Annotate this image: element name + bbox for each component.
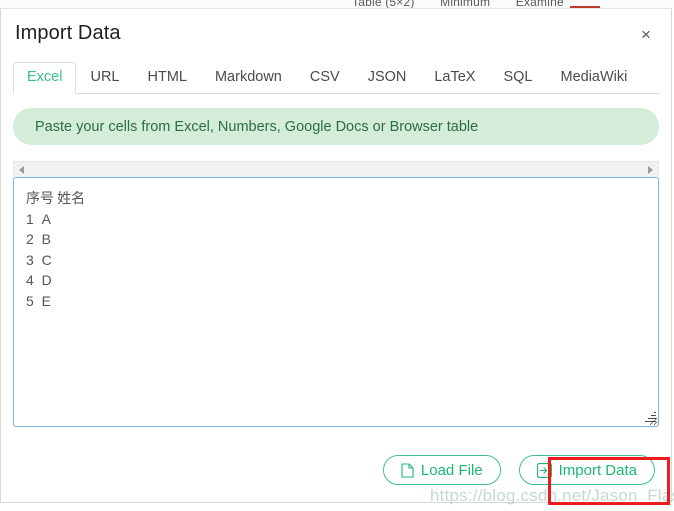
load-file-label: Load File bbox=[420, 461, 483, 479]
tab-url[interactable]: URL bbox=[76, 62, 133, 94]
tab-excel[interactable]: Excel bbox=[13, 62, 77, 94]
page-title: Import Data bbox=[15, 22, 121, 44]
scroll-left-arrow-icon[interactable] bbox=[19, 165, 24, 174]
file-icon bbox=[401, 462, 414, 478]
dialog-footer: Load File Import Data bbox=[1, 450, 671, 490]
tab-json[interactable]: JSON bbox=[354, 62, 421, 94]
scroll-right-arrow-icon[interactable] bbox=[648, 165, 653, 174]
horizontal-scrollbar[interactable] bbox=[13, 161, 659, 177]
load-file-button[interactable]: Load File bbox=[382, 455, 501, 485]
paste-area-wrapper bbox=[13, 177, 659, 427]
paste-hint-banner: Paste your cells from Excel, Numbers, Go… bbox=[13, 108, 659, 145]
dialog-header: Import Data × bbox=[1, 9, 671, 61]
tab-sql[interactable]: SQL bbox=[489, 62, 546, 94]
tab-html[interactable]: HTML bbox=[133, 62, 200, 94]
tab-csv[interactable]: CSV bbox=[296, 62, 354, 94]
paste-input[interactable] bbox=[13, 177, 659, 427]
import-data-label: Import Data bbox=[558, 461, 637, 479]
import-icon bbox=[536, 462, 552, 478]
tab-mediawiki[interactable]: MediaWiki bbox=[547, 62, 642, 94]
tab-markdown[interactable]: Markdown bbox=[201, 62, 296, 94]
tab-latex[interactable]: LaTeX bbox=[420, 62, 489, 94]
close-icon[interactable]: × bbox=[633, 21, 659, 47]
import-data-dialog: Import Data × Excel URL HTML Markdown CS… bbox=[0, 8, 672, 503]
format-tabs: Excel URL HTML Markdown CSV JSON LaTeX S… bbox=[13, 61, 659, 94]
import-data-button[interactable]: Import Data bbox=[518, 455, 655, 485]
